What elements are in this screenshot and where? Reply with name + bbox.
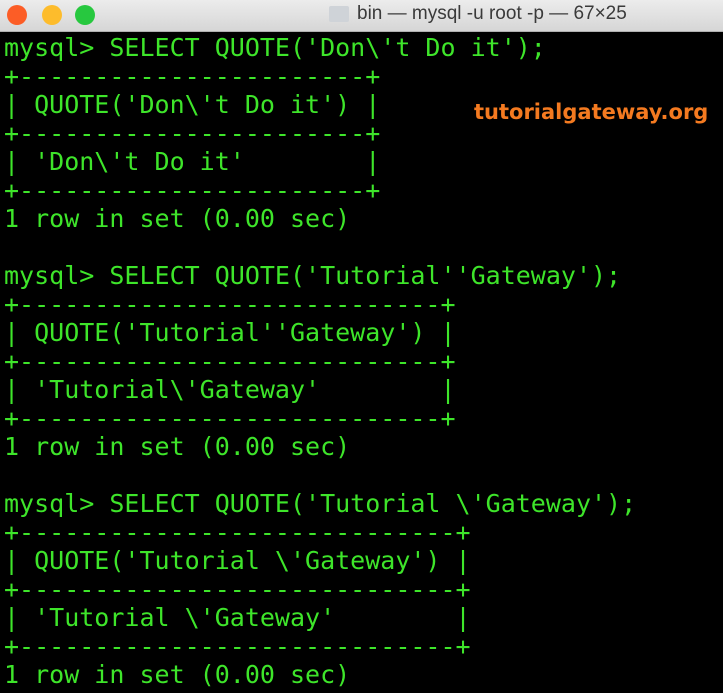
output-line: +----------------------------+ (4, 403, 456, 433)
output-line: +-----------------------+ (4, 61, 381, 91)
output-line: +----------------------------+ (4, 289, 456, 319)
output-line: 1 row in set (0.00 sec) (4, 660, 351, 689)
output-line: +-----------------------------+ (4, 574, 471, 604)
output-line: +-----------------------------+ (4, 517, 471, 547)
command-line: mysql> SELECT QUOTE('Don\'t Do it'); (4, 33, 546, 62)
window-title: bin — mysql -u root -p — 67×25 (357, 3, 627, 24)
output-line: | 'Tutorial \'Gateway' | (4, 603, 471, 632)
output-line: 1 row in set (0.00 sec) (4, 204, 351, 233)
output-line: +----------------------------+ (4, 346, 456, 376)
output-line: | 'Tutorial\'Gateway' | (4, 375, 456, 404)
terminal-output[interactable]: mysql> SELECT QUOTE('Don\'t Do it'); +---… (4, 33, 637, 690)
output-line: +-----------------------------+ (4, 631, 471, 661)
output-line: | QUOTE('Tutorial \'Gateway') | (4, 546, 471, 575)
watermark-logo: tutorialgateway.org (474, 100, 709, 124)
close-button[interactable] (7, 5, 27, 25)
zoom-button[interactable] (75, 5, 95, 25)
window-titlebar: bin — mysql -u root -p — 67×25 (0, 0, 723, 32)
command-line: mysql> SELECT QUOTE('Tutorial \'Gateway'… (4, 489, 637, 518)
output-line: | 'Don\'t Do it' | (4, 147, 381, 176)
folder-icon (329, 6, 349, 22)
command-line: mysql> SELECT QUOTE('Tutorial''Gateway')… (4, 261, 622, 290)
output-line: 1 row in set (0.00 sec) (4, 432, 351, 461)
minimize-button[interactable] (42, 5, 62, 25)
output-line: +-----------------------+ (4, 175, 381, 205)
output-line: | QUOTE('Tutorial''Gateway') | (4, 318, 456, 347)
